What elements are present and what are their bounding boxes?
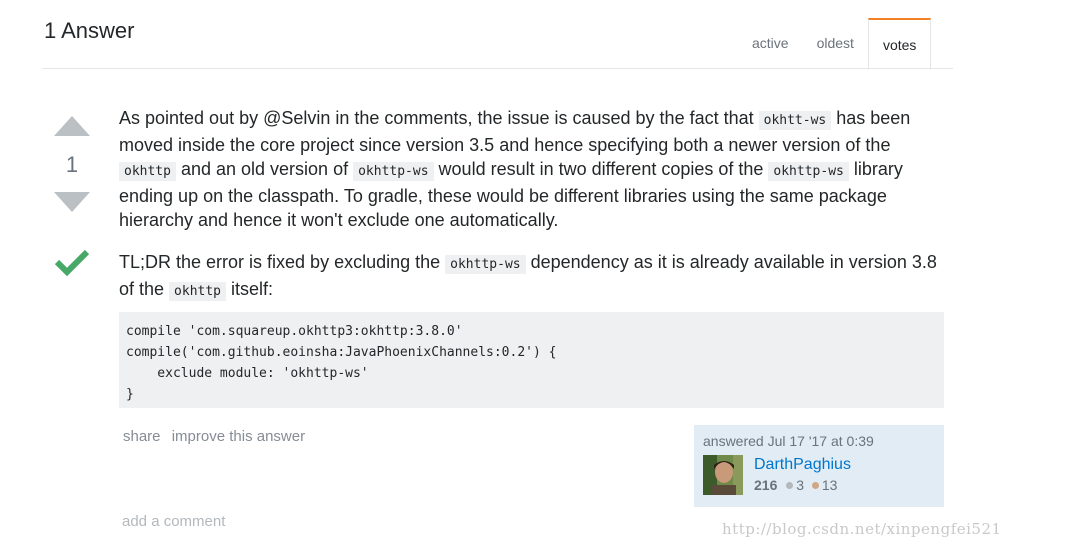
bronze-badge-icon: [811, 482, 819, 489]
tab-active[interactable]: active: [738, 18, 803, 69]
vote-count: 1: [65, 152, 79, 177]
answers-count-heading: 1 Answer: [44, 18, 135, 43]
vote-cell: 1: [50, 112, 94, 212]
inline-code: okhtt-ws: [758, 111, 832, 130]
code-text: compile 'com.squareup.okhttp3:okhttp:3.8…: [126, 324, 557, 402]
answer-paragraph-2: TL;DR the error is fixed by excluding th…: [119, 252, 937, 301]
upvote-icon[interactable]: [54, 116, 90, 136]
code-block: compile 'com.squareup.okhttp3:okhttp:3.8…: [119, 312, 944, 408]
tab-oldest[interactable]: oldest: [803, 18, 868, 69]
downvote-icon[interactable]: [54, 192, 90, 212]
avatar[interactable]: [703, 455, 743, 495]
answer-body: As pointed out by @Selvin in the comment…: [119, 106, 949, 322]
user-name-link[interactable]: DarthPaghius: [754, 455, 851, 475]
share-link[interactable]: share: [123, 428, 161, 445]
inline-code: okhttp: [169, 282, 227, 301]
user-reputation: 216 3 13: [754, 477, 851, 493]
header-divider: [42, 68, 953, 69]
sort-tabs: active oldest votes: [738, 18, 932, 70]
inline-code: okhttp-ws: [353, 162, 434, 181]
accepted-checkmark-icon: [54, 249, 90, 277]
watermark: http://blog.csdn.net/xinpengfei521: [722, 520, 1002, 538]
reputation-score: 216: [754, 477, 778, 493]
improve-answer-link[interactable]: improve this answer: [172, 428, 305, 445]
silver-badge-count: 3: [796, 477, 805, 493]
answered-timestamp: answered Jul 17 '17 at 0:39: [703, 433, 874, 449]
add-comment-link[interactable]: add a comment: [122, 513, 225, 530]
user-signature-card: answered Jul 17 '17 at 0:39 DarthPaghius…: [694, 425, 944, 507]
bronze-badge-count: 13: [821, 477, 838, 493]
avatar-image-icon: [703, 455, 743, 495]
post-menu: share improve this answer: [123, 428, 312, 445]
tab-votes[interactable]: votes: [867, 18, 932, 70]
inline-code: okhttp: [119, 162, 176, 181]
answer-paragraph-1: As pointed out by @Selvin in the comment…: [119, 108, 911, 230]
silver-badge-icon: [786, 482, 794, 489]
inline-code: okhttp-ws: [445, 255, 526, 274]
inline-code: okhttp-ws: [768, 162, 849, 181]
